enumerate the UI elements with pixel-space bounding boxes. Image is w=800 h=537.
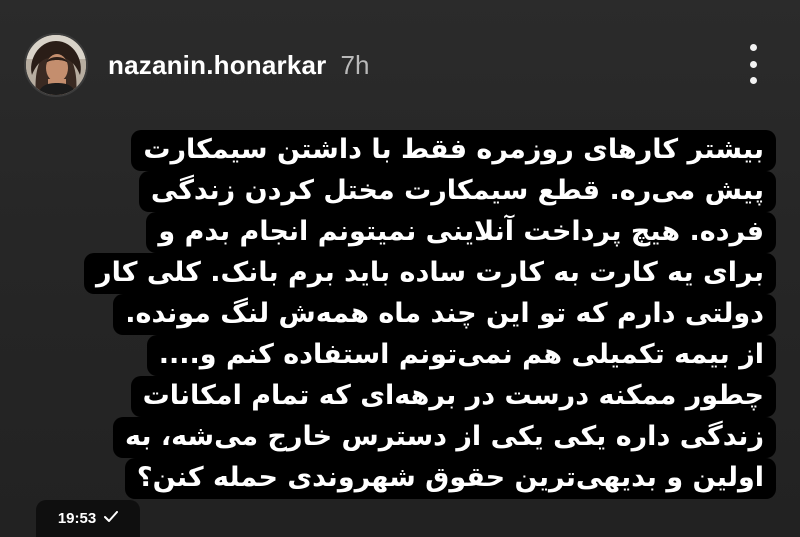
dot — [749, 44, 757, 51]
profile-photo-icon — [26, 35, 86, 95]
message-timestamp: 19:53 — [36, 500, 140, 537]
story-text-line: بیشتر کارهای روزمره فقط با داشتن سیمکارت — [131, 130, 776, 171]
story-text-line: زندگی داره یکی یکی از دسترس خارج می‌شه، … — [112, 417, 776, 458]
story-text-line: فرده. هیچ پرداخت آنلاینی نمیتونم انجام ب… — [146, 212, 776, 253]
story-header: nazanin.honarkar 7h — [24, 30, 369, 100]
username[interactable]: nazanin.honarkar — [108, 50, 326, 81]
story-text-line: اولین و بدیهی‌ترین حقوق شهروندی حمله کنن… — [124, 458, 776, 499]
story-text-line: دولتی دارم که تو این چند ماه همه‌ش لنگ م… — [113, 294, 776, 335]
dot — [749, 77, 757, 84]
avatar[interactable] — [24, 33, 88, 97]
dot — [749, 60, 757, 68]
sent-check-icon — [104, 510, 119, 527]
story-text-block: بیشتر کارهای روزمره فقط با داشتن سیمکارت… — [84, 130, 776, 499]
timestamp-text: 19:53 — [57, 510, 97, 527]
time-ago: 7h — [340, 49, 370, 80]
story-text-line: از بیمه تکمیلی هم نمی‌تونم استفاده کنم و… — [146, 335, 776, 376]
story-text-line: برای یه کارت به کارت ساده باید برم بانک.… — [84, 253, 776, 294]
story-text-line: پیش می‌ره. قطع سیمکارت مختل کردن زندگی — [138, 171, 776, 212]
more-vertical-icon[interactable] — [742, 44, 764, 84]
story-text-line: چطور ممکنه درست در برهه‌ای که تمام امکان… — [130, 376, 776, 417]
story-view: nazanin.honarkar 7h بیشتر کارهای روزمره … — [0, 0, 800, 537]
